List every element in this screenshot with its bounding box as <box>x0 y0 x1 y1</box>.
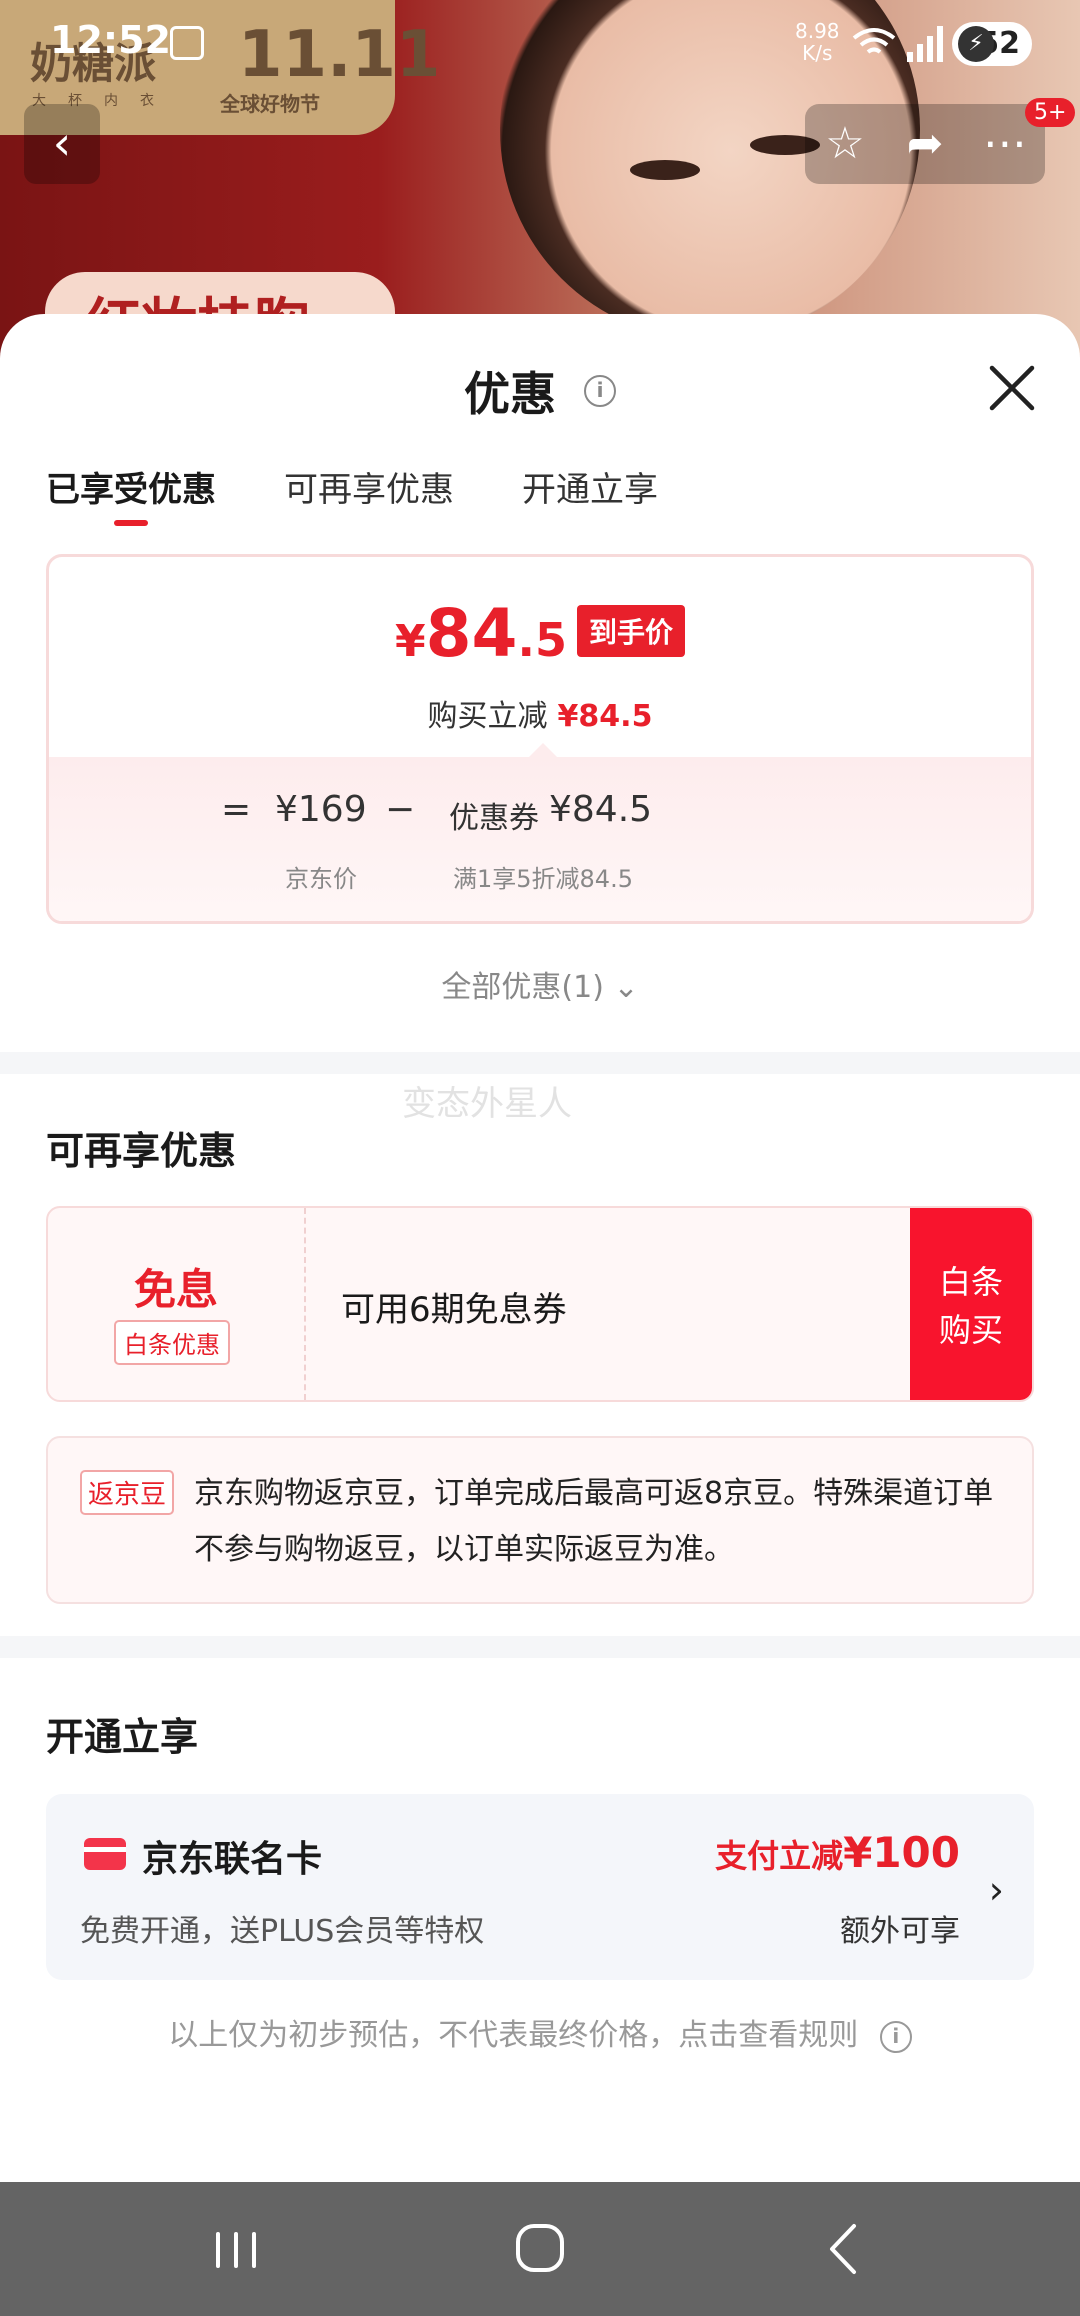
card-promo: 支付立减¥100 <box>715 1828 960 1877</box>
section-divider <box>0 1052 1080 1074</box>
credit-card-icon <box>84 1838 126 1870</box>
tab-more-available[interactable]: 可再享优惠 <box>284 462 454 511</box>
co-branded-card-offer[interactable]: 京东联名卡 免费开通，送PLUS会员等特权 支付立减¥100 额外可享 › <box>46 1794 1034 1980</box>
price-decimal: .5 <box>517 613 567 667</box>
product-top-nav: ‹ ☆ ➦ ⋯ 5+ <box>0 98 1080 184</box>
tab-open-membership[interactable]: 开通立享 <box>522 462 658 511</box>
final-price-tag: 到手价 <box>576 605 685 657</box>
watermark: 变态外星人 <box>402 1084 572 1124</box>
final-price: ¥84.5 到手价 <box>49 595 1031 672</box>
disclaimer[interactable]: 以上仅为初步预估，不代表最终价格，点击查看规则 i <box>0 2010 1080 2054</box>
purchase-reduce-label: 购买立减 <box>427 699 548 734</box>
price-formula: = ¥169 − 优惠券 ¥84.5 <box>49 789 1031 839</box>
charging-icon: ⚡ <box>958 26 994 62</box>
all-discounts-label: 全部优惠(1) <box>441 970 604 1005</box>
disclaimer-text: 以上仅为初步预估，不代表最终价格，点击查看规则 <box>168 2018 859 2053</box>
formula-equals: = <box>221 789 252 830</box>
formula-coupon-label-text: 优惠券 <box>449 801 539 836</box>
close-button[interactable] <box>984 360 1040 416</box>
coupon-caption: 满1享5折减84.5 <box>453 865 633 893</box>
battery-indicator: ⚡ 52 <box>952 22 1032 66</box>
notification-badge: 5+ <box>1025 98 1076 127</box>
recent-apps-icon <box>216 2232 256 2268</box>
info-icon: i <box>879 2020 912 2053</box>
open-now-title: 开通立享 <box>46 1715 199 1759</box>
purchase-reduce: 购买立减 ¥84.5 <box>49 691 1031 735</box>
clock: 12:52 <box>50 18 171 62</box>
back-button[interactable]: ‹ <box>24 104 100 184</box>
network-speed-value: 8.98 <box>795 19 840 43</box>
formula-minus: − <box>385 789 416 830</box>
formula-coupon-value: ¥84.5 <box>549 789 653 830</box>
card-name: 京东联名卡 <box>142 1839 323 1880</box>
baitiao-buy-button[interactable]: 白条 购买 <box>910 1208 1032 1400</box>
card-subtitle: 免费开通，送PLUS会员等特权 <box>80 1914 485 1949</box>
price-integer: 84 <box>425 595 518 672</box>
coupon-description: 可用6期免息券 <box>341 1290 567 1330</box>
close-icon <box>989 365 1035 411</box>
price-currency: ¥ <box>395 616 426 667</box>
cell-signal-icon <box>905 24 945 62</box>
chevron-down-icon: ⌄ <box>613 970 639 1005</box>
more-discounts-title: 可再享优惠 <box>46 1129 237 1173</box>
wifi-icon <box>852 26 896 60</box>
formula-jd-price: ¥169 <box>275 789 367 830</box>
back-icon <box>830 2224 856 2274</box>
jd-beans-note: 返京豆 京东购物返京豆，订单完成后最高可返8京豆。特殊渠道订单不参与购物返豆，以… <box>46 1436 1034 1604</box>
back-nav-button[interactable] <box>804 2212 884 2286</box>
share-icon[interactable]: ➦ <box>885 104 965 184</box>
card-extra: 额外可享 <box>840 1914 960 1949</box>
interest-free-coupon: 免息 白条优惠 可用6期免息券 白条 购买 <box>46 1206 1034 1402</box>
network-speed-unit: K/s <box>802 41 833 65</box>
system-nav-bar <box>0 2182 1080 2316</box>
sheet-title: 优惠 <box>463 367 556 421</box>
final-price-card: ¥84.5 到手价 购买立减 ¥84.5 = ¥169 − 优惠券 ¥84.5 京东… <box>46 554 1034 924</box>
home-button[interactable] <box>500 2212 580 2286</box>
sheet-header: 优惠 i <box>0 358 1080 424</box>
section-divider <box>0 1636 1080 1658</box>
jd-beans-text: 京东购物返京豆，订单完成后最高可返8京豆。特殊渠道订单不参与购物返豆，以订单实际… <box>194 1476 994 1567</box>
home-icon <box>516 2224 564 2272</box>
network-speed: 8.98 K/s <box>795 20 840 64</box>
discount-sheet: 优惠 i 已享受优惠 可再享优惠 开通立享 ¥84.5 到手价 购买立减 ¥84.5… <box>0 314 1080 2182</box>
purchase-reduce-value: ¥84.5 <box>557 699 653 734</box>
recent-apps-button[interactable] <box>196 2212 276 2286</box>
jd-price-caption: 京东价 <box>285 865 357 893</box>
price-breakdown-area <box>49 757 1031 921</box>
star-icon[interactable]: ☆ <box>805 104 885 184</box>
screenshot-icon <box>170 26 204 60</box>
active-tab-indicator <box>114 520 148 526</box>
tab-enjoyed[interactable]: 已享受优惠 <box>46 462 216 511</box>
status-bar: 12:52 8.98 K/s ⚡ 52 <box>0 0 1080 92</box>
top-action-group: ☆ ➦ ⋯ <box>805 104 1045 184</box>
coupon-badge-title: 免息 <box>133 1265 218 1314</box>
baitiao-buy-line2: 购买 <box>938 1311 1003 1349</box>
baitiao-buy-line1: 白条 <box>938 1263 1003 1301</box>
all-discounts-toggle[interactable]: 全部优惠(1) ⌄ <box>0 962 1080 1006</box>
card-promo-prefix: 支付立减 <box>715 1837 844 1875</box>
coupon-badge: 免息 白条优惠 <box>48 1208 306 1400</box>
jd-beans-label: 返京豆 <box>80 1470 175 1515</box>
info-icon[interactable]: i <box>584 375 616 407</box>
card-promo-amount: ¥100 <box>843 1828 960 1877</box>
chevron-right-icon: › <box>988 1868 1004 1912</box>
coupon-badge-subtitle: 白条优惠 <box>114 1320 230 1365</box>
